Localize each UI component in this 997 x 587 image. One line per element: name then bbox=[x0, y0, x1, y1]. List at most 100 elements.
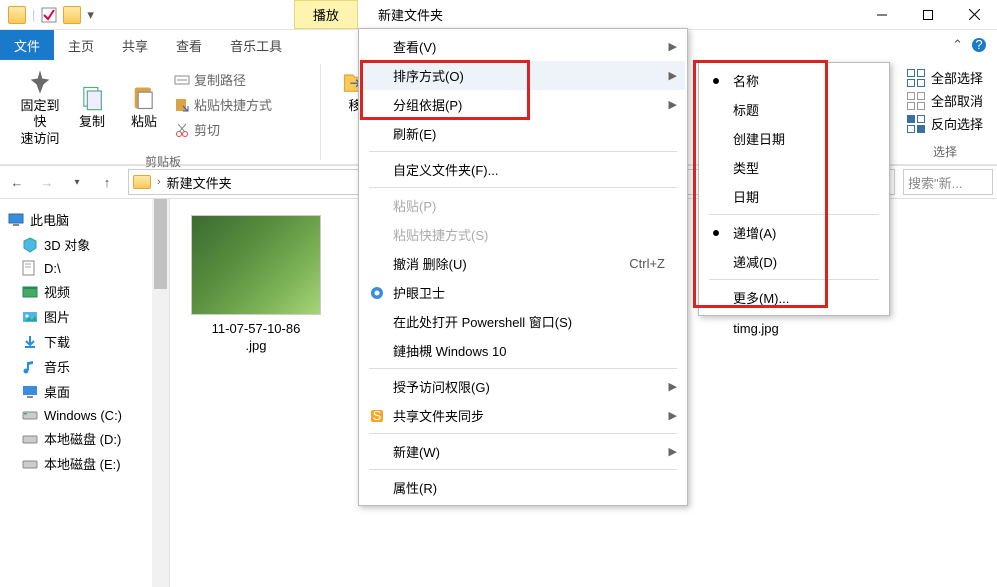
qat-dropdown-icon[interactable]: ▾ bbox=[87, 7, 94, 23]
menu-shared-sync[interactable]: S共享文件夹同步▶ bbox=[361, 401, 685, 430]
menu-label: 新建(W) bbox=[393, 442, 440, 461]
folder-icon bbox=[133, 175, 151, 189]
menu-shortcut: Ctrl+Z bbox=[629, 256, 665, 271]
copy-button[interactable]: 复制 bbox=[66, 64, 118, 151]
menu-properties[interactable]: 属性(R) bbox=[361, 473, 685, 502]
file-name: 11-07-57-10-86 .jpg bbox=[212, 321, 301, 355]
window-controls bbox=[859, 0, 997, 30]
tree-item-desktop[interactable]: 桌面 bbox=[4, 379, 165, 404]
scrollbar-thumb[interactable] bbox=[154, 199, 167, 289]
maximize-button[interactable] bbox=[905, 0, 951, 30]
folder-icon bbox=[8, 6, 26, 24]
sort-by-created[interactable]: 创建日期 bbox=[701, 124, 887, 153]
ribbon-group-clipboard: 固定到快 速访问 复制 粘贴 复制路径 粘贴快捷方式 剪切 bbox=[6, 64, 321, 160]
select-invert-button[interactable]: 反向选择 bbox=[907, 114, 983, 133]
file-name: timg.jpg bbox=[733, 321, 779, 338]
tree-item-e-localdisk[interactable]: 本地磁盘 (E:) bbox=[4, 451, 165, 476]
close-button[interactable] bbox=[951, 0, 997, 30]
submenu-arrow-icon: ▶ bbox=[669, 445, 677, 458]
cut-button[interactable]: 剪切 bbox=[170, 118, 224, 141]
ribbon-collapse-icon[interactable]: ⌃ bbox=[952, 37, 963, 53]
sort-more[interactable]: 更多(M)... bbox=[701, 283, 887, 312]
copy-path-button[interactable]: 复制路径 bbox=[170, 68, 250, 91]
menu-refresh[interactable]: 刷新(E) bbox=[361, 119, 685, 148]
tab-file[interactable]: 文件 bbox=[0, 30, 54, 60]
submenu-arrow-icon: ▶ bbox=[669, 98, 677, 111]
select-none-button[interactable]: 全部取消 bbox=[907, 91, 983, 110]
menu-label: 排序方式(O) bbox=[393, 66, 464, 85]
tab-view[interactable]: 查看 bbox=[162, 30, 216, 60]
menu-sort-by[interactable]: 排序方式(O) ▶ bbox=[361, 61, 685, 90]
tree-label: 3D 对象 bbox=[44, 235, 90, 254]
select-all-button[interactable]: 全部选择 bbox=[907, 68, 983, 87]
tree-scrollbar[interactable] bbox=[152, 199, 169, 587]
window-title: 新建文件夹 bbox=[378, 5, 443, 24]
ribbon-group-select: 全部选择 全部取消 反向选择 选择 bbox=[899, 64, 991, 160]
menu-label: 刷新(E) bbox=[393, 124, 436, 143]
tree-item-music[interactable]: 音乐 bbox=[4, 354, 165, 379]
title-bar: | ▾ 播放 新建文件夹 bbox=[0, 0, 997, 30]
tree-item-videos[interactable]: 视频 bbox=[4, 279, 165, 304]
menu-customize-folder[interactable]: 自定义文件夹(F)... bbox=[361, 155, 685, 184]
sort-ascending[interactable]: 递增(A) bbox=[701, 218, 887, 247]
search-input[interactable]: 搜索"新... bbox=[903, 169, 993, 195]
nav-recent-button[interactable]: ▾ bbox=[64, 169, 90, 195]
menu-separator bbox=[709, 214, 879, 215]
tree-root-this-pc[interactable]: 此电脑 bbox=[4, 207, 165, 232]
bullet-icon bbox=[713, 230, 719, 236]
sort-by-date[interactable]: 日期 bbox=[701, 182, 887, 211]
paste-shortcut-button[interactable]: 粘贴快捷方式 bbox=[170, 93, 276, 116]
svg-text:S: S bbox=[373, 408, 382, 423]
sort-by-title[interactable]: 标题 bbox=[701, 95, 887, 124]
menu-open-powershell[interactable]: 在此处打开 Powershell 窗口(S) bbox=[361, 307, 685, 336]
menu-label: 粘贴快捷方式(S) bbox=[393, 225, 488, 244]
tab-music-tools[interactable]: 音乐工具 bbox=[216, 30, 296, 60]
select-invert-icon bbox=[907, 115, 925, 133]
menu-label: 查看(V) bbox=[393, 37, 436, 56]
menu-separator bbox=[709, 279, 879, 280]
submenu-arrow-icon: ▶ bbox=[669, 69, 677, 82]
sync-icon: S bbox=[369, 408, 385, 424]
bullet-icon bbox=[713, 78, 719, 84]
nav-up-button[interactable]: ↑ bbox=[94, 169, 120, 195]
tree-label: 图片 bbox=[44, 307, 70, 326]
sort-descending[interactable]: 递减(D) bbox=[701, 247, 887, 276]
menu-eye-protect[interactable]: 护眼卫士 bbox=[361, 278, 685, 307]
menu-new[interactable]: 新建(W) ▶ bbox=[361, 437, 685, 466]
tab-share[interactable]: 共享 bbox=[108, 30, 162, 60]
tree-label: Windows (C:) bbox=[44, 408, 122, 423]
menu-view[interactable]: 查看(V)▶ bbox=[361, 32, 685, 61]
tree-item-3d-objects[interactable]: 3D 对象 bbox=[4, 232, 165, 257]
file-item[interactable]: 11-07-57-10-86 .jpg bbox=[186, 215, 326, 355]
tree-item-c-drive[interactable]: Windows (C:) bbox=[4, 404, 165, 426]
tab-home[interactable]: 主页 bbox=[54, 30, 108, 60]
paste-button[interactable]: 粘贴 bbox=[118, 64, 170, 151]
sort-by-name[interactable]: 名称 bbox=[701, 66, 887, 95]
menu-win10[interactable]: 鏈抽槻 Windows 10 bbox=[361, 336, 685, 365]
context-menu: 查看(V)▶ 排序方式(O)▶ 分组依据(P)▶ 刷新(E) 自定义文件夹(F)… bbox=[358, 28, 688, 506]
menu-group-by[interactable]: 分组依据(P)▶ bbox=[361, 90, 685, 119]
tree-item-downloads[interactable]: 下载 bbox=[4, 329, 165, 354]
menu-grant-access[interactable]: 授予访问权限(G)▶ bbox=[361, 372, 685, 401]
chevron-right-icon[interactable]: › bbox=[157, 176, 161, 188]
menu-label: 授予访问权限(G) bbox=[393, 377, 490, 396]
menu-separator bbox=[369, 151, 677, 152]
nav-forward-button[interactable]: → bbox=[34, 169, 60, 195]
menu-label: 更多(M)... bbox=[733, 288, 789, 307]
breadcrumb-segment[interactable]: 新建文件夹 bbox=[167, 173, 232, 192]
tree-item-d-localdisk[interactable]: 本地磁盘 (D:) bbox=[4, 426, 165, 451]
help-icon[interactable]: ? bbox=[971, 37, 987, 53]
sort-submenu: 名称 标题 创建日期 类型 日期 递增(A) 递减(D) 更多(M)... bbox=[698, 62, 890, 316]
paste-shortcut-label: 粘贴快捷方式 bbox=[194, 95, 272, 114]
tree-root-label: 此电脑 bbox=[30, 210, 69, 229]
tree-item-d-drive[interactable]: D:\ bbox=[4, 257, 165, 279]
play-tools-tab[interactable]: 播放 bbox=[294, 0, 358, 29]
minimize-button[interactable] bbox=[859, 0, 905, 30]
pin-button[interactable]: 固定到快 速访问 bbox=[14, 64, 66, 151]
copy-label: 复制 bbox=[79, 114, 105, 130]
tree-item-pictures[interactable]: 图片 bbox=[4, 304, 165, 329]
menu-undo-delete[interactable]: 撤消 删除(U)Ctrl+Z bbox=[361, 249, 685, 278]
qat-checkbox-icon[interactable] bbox=[41, 7, 57, 23]
nav-back-button[interactable]: ← bbox=[4, 169, 30, 195]
sort-by-type[interactable]: 类型 bbox=[701, 153, 887, 182]
